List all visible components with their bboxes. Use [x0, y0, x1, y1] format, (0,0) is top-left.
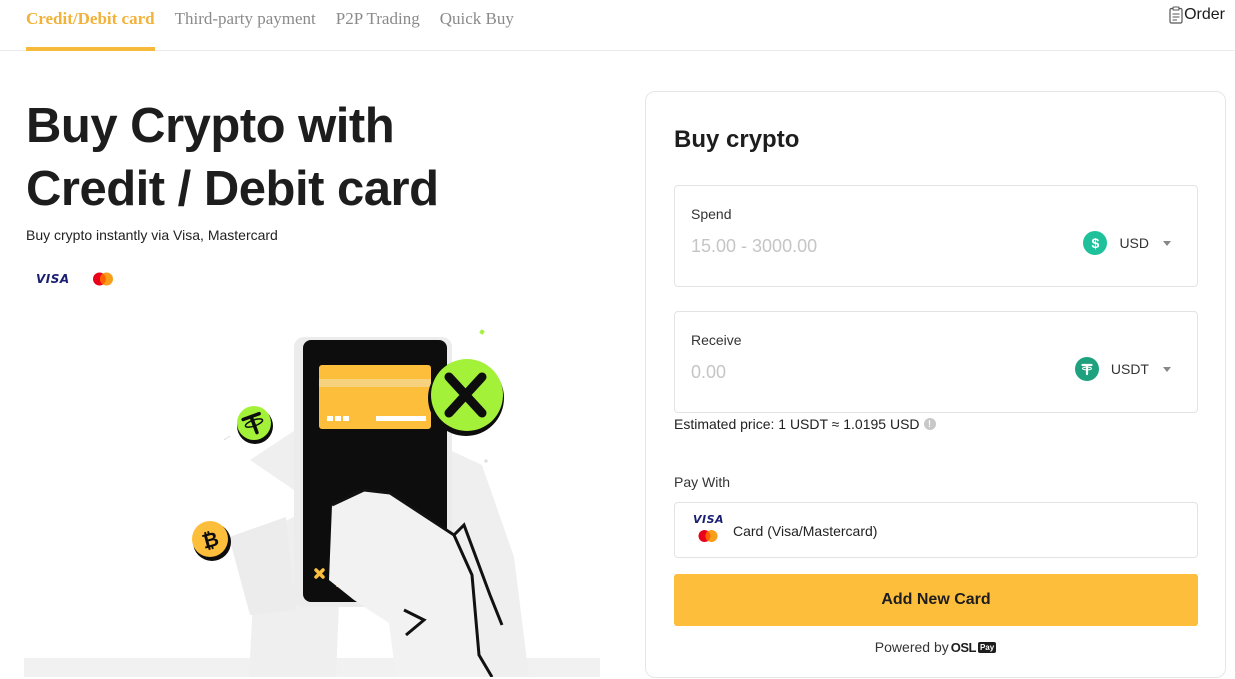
estimated-price: Estimated price: 1 USDT ≈ 1.0195 USD ! — [674, 416, 936, 432]
mastercard-logo — [698, 530, 718, 542]
tether-coin-icon — [1074, 357, 1099, 381]
payment-tabs: Credit/Debit card Third-party payment P2… — [26, 0, 534, 51]
order-label: Order — [1184, 6, 1225, 23]
pay-method-label: Card (Visa/Mastercard) — [733, 523, 878, 539]
panel-title: Buy crypto — [674, 126, 800, 153]
buy-crypto-panel: Buy crypto Spend $ USD Receive USDT Esti… — [645, 91, 1226, 678]
chevron-down-icon — [1163, 240, 1171, 246]
hero-subtitle: Buy crypto instantly via Visa, Mastercar… — [26, 227, 278, 243]
estimated-price-text: Estimated price: 1 USDT ≈ 1.0195 USD — [674, 416, 920, 432]
osl-pay-badge: Pay — [977, 641, 997, 653]
powered-by-text: Powered by — [874, 639, 949, 655]
clipboard-icon — [1169, 6, 1183, 24]
tab-third-party-payment[interactable]: Third-party payment — [175, 0, 316, 51]
receive-field: Receive USDT — [674, 311, 1198, 413]
osl-logo: OSL — [950, 639, 977, 655]
hero-title-line-2: Credit / Debit card — [26, 162, 439, 216]
visa-logo: VISA — [36, 272, 70, 286]
powered-by: Powered by OSL Pay — [646, 639, 1225, 655]
payment-logos: VISA — [36, 271, 115, 287]
tab-credit-debit-card[interactable]: Credit/Debit card — [26, 0, 155, 51]
visa-logo: VISA — [693, 513, 725, 526]
spend-field: Spend $ USD — [674, 185, 1198, 287]
spend-label: Spend — [691, 206, 732, 222]
tab-quick-buy[interactable]: Quick Buy — [440, 0, 514, 51]
spend-currency-code: USD — [1119, 235, 1149, 251]
hero-illustration: XT ₿ — [24, 329, 600, 677]
receive-label: Receive — [691, 332, 742, 348]
receive-currency-select[interactable]: USDT — [1074, 357, 1171, 381]
add-new-card-button[interactable]: Add New Card — [674, 574, 1198, 626]
pay-method-option[interactable]: VISA Card (Visa/Mastercard) — [674, 502, 1198, 558]
order-link[interactable]: Order — [1169, 6, 1225, 24]
tether-token-icon — [237, 406, 273, 444]
tab-p2p-trading[interactable]: P2P Trading — [336, 0, 420, 51]
pay-with-label: Pay With — [674, 474, 731, 490]
hero-title: Buy Crypto with Credit / Debit card — [26, 95, 586, 221]
mastercard-logo — [92, 272, 113, 286]
receive-currency-code: USDT — [1110, 361, 1149, 377]
chevron-down-icon — [1163, 366, 1171, 372]
spend-currency-select[interactable]: $ USD — [1083, 231, 1171, 255]
pay-method-logos: VISA — [693, 513, 725, 548]
dollar-coin-icon: $ — [1083, 231, 1108, 255]
info-icon[interactable]: ! — [923, 418, 936, 430]
top-nav: Credit/Debit card Third-party payment P2… — [0, 0, 1235, 51]
bitcoin-token-icon: ₿ — [192, 521, 231, 561]
hero-title-line-1: Buy Crypto with — [26, 99, 395, 153]
spend-amount-input[interactable] — [691, 233, 1021, 259]
receive-amount-input[interactable] — [691, 359, 1021, 385]
